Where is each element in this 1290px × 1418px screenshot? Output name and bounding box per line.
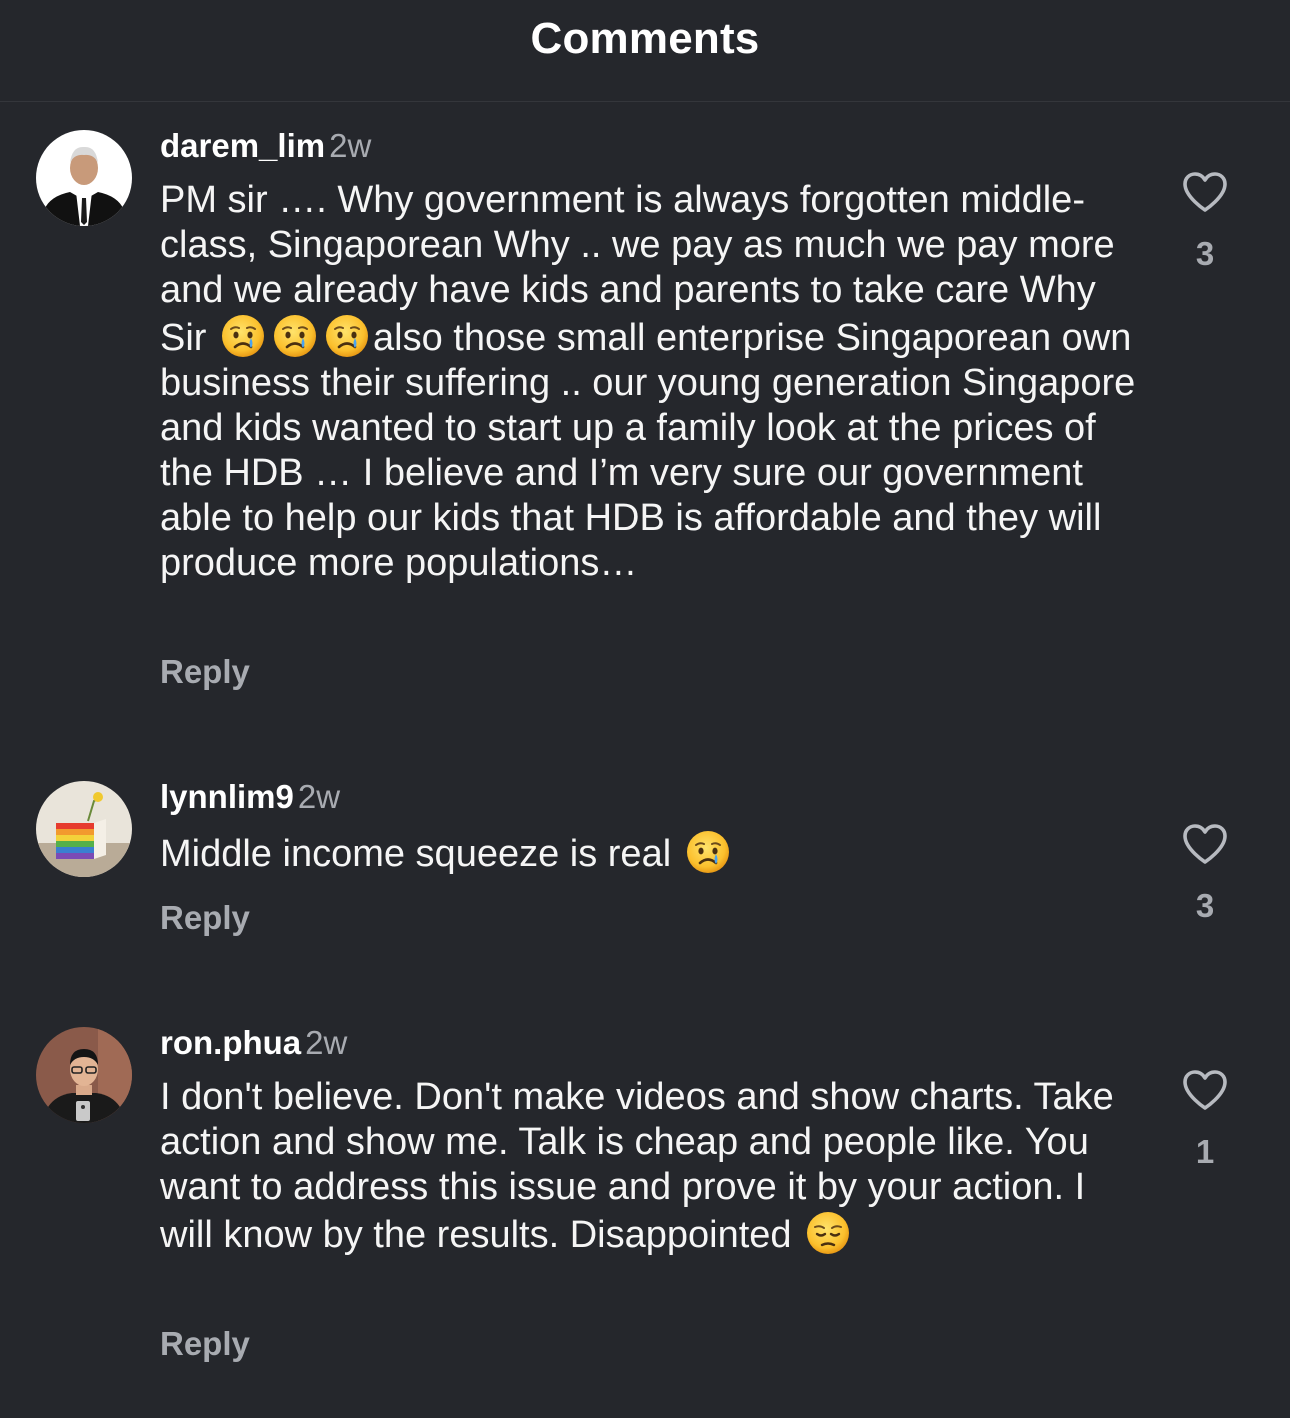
avatar[interactable] (36, 781, 132, 877)
avatar[interactable] (36, 1027, 132, 1123)
pensive-face-emoji (805, 1210, 851, 1256)
comment-meta: ron.phua 2w (160, 1023, 347, 1063)
comment-text-part: Middle income squeeze is real (160, 833, 672, 875)
heart-icon[interactable] (1181, 1068, 1229, 1112)
heart-icon[interactable] (1181, 170, 1229, 214)
comment-meta: darem_lim 2w (160, 126, 371, 166)
heart-icon[interactable] (1181, 822, 1229, 866)
username[interactable]: darem_lim (160, 127, 325, 164)
reply-button[interactable]: Reply (160, 652, 250, 692)
like-control: 1 (1160, 1068, 1250, 1172)
comment-meta: lynnlim9 2w (160, 777, 340, 817)
comment-time: 2w (305, 1024, 348, 1061)
avatar[interactable] (36, 130, 132, 226)
comment-text: Middle income squeeze is real (160, 829, 1140, 877)
like-control: 3 (1160, 822, 1250, 926)
like-count: 3 (1195, 887, 1215, 924)
crying-face-emoji (324, 313, 370, 359)
comment-text: I don't believe. Don't make videos and s… (160, 1075, 1140, 1258)
comment-time: 2w (297, 778, 341, 815)
reply-button[interactable]: Reply (160, 898, 250, 938)
page-title: Comments (530, 14, 760, 63)
crying-face-emoji (220, 313, 266, 359)
comments-header: Comments (0, 0, 1290, 102)
comment-text: PM sir …. Why government is always forgo… (160, 178, 1140, 586)
crying-face-emoji (272, 313, 318, 359)
username[interactable]: lynnlim9 (160, 778, 294, 815)
comment-text-part: I don't believe. Don't make videos and s… (160, 1076, 1114, 1256)
like-count: 3 (1195, 235, 1215, 272)
username[interactable]: ron.phua (160, 1024, 301, 1061)
like-control: 3 (1160, 170, 1250, 274)
crying-face-emoji (685, 829, 731, 875)
like-count: 1 (1195, 1133, 1215, 1170)
reply-button[interactable]: Reply (160, 1324, 250, 1364)
comment-time: 2w (329, 127, 372, 164)
